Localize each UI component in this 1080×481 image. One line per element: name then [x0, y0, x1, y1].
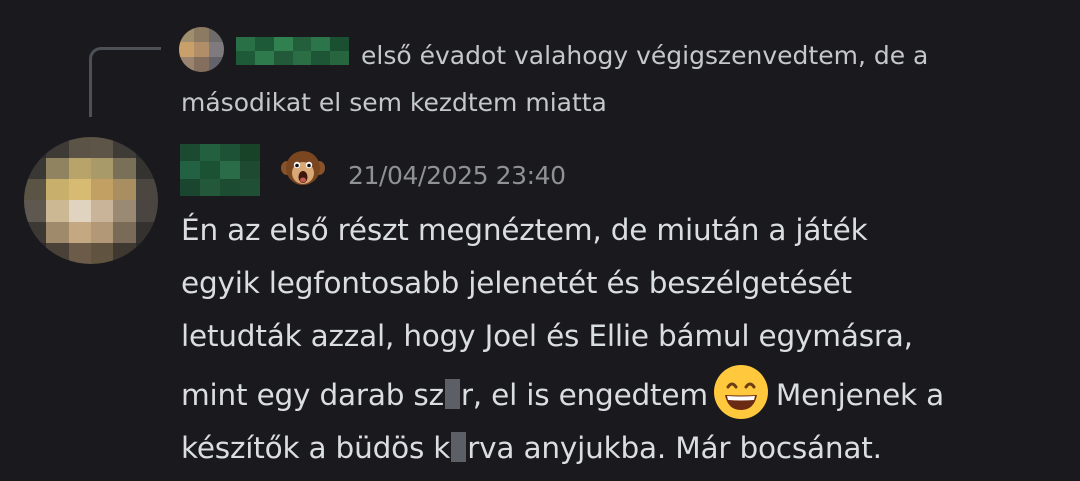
message-timestamp: 21/04/2025 23:40	[348, 161, 566, 190]
message-line: letudták azzal, hogy Joel és Ellie bámul…	[181, 319, 913, 353]
message-line: Én az első részt megnéztem, de miután a …	[181, 213, 868, 247]
reply-preview-text[interactable]: első évadot valahogy végigszenvedtem, de…	[181, 32, 1041, 126]
author-avatar[interactable]	[24, 137, 158, 264]
message-line: készítők a büdös k rva anyjukba. Már bocs…	[181, 422, 1061, 475]
message-text-segment: r, el is engedtem	[460, 378, 708, 412]
message-text-segment: készítők a büdös k	[181, 431, 451, 465]
message-line: egyik legfontosabb jelenetét és beszélge…	[181, 266, 852, 300]
message-text-segment: mint egy darab sz	[181, 378, 444, 412]
reply-connector-line	[89, 47, 161, 117]
censor-block	[444, 379, 460, 409]
message-text-segment: rva anyjukba. Már bocsánat.	[467, 431, 882, 465]
message-line: mint egy darab sz r, el is engedtem Menje…	[181, 363, 1061, 422]
message-text-segment: Menjenek a	[775, 378, 944, 412]
grinning-smiling-eyes-emoji-icon	[713, 365, 768, 419]
censor-block	[451, 432, 467, 462]
monkey-face-icon	[281, 151, 325, 185]
message-body[interactable]: Én az első részt megnéztem, de miután a …	[181, 204, 1061, 475]
author-name-blurred[interactable]	[180, 144, 260, 196]
